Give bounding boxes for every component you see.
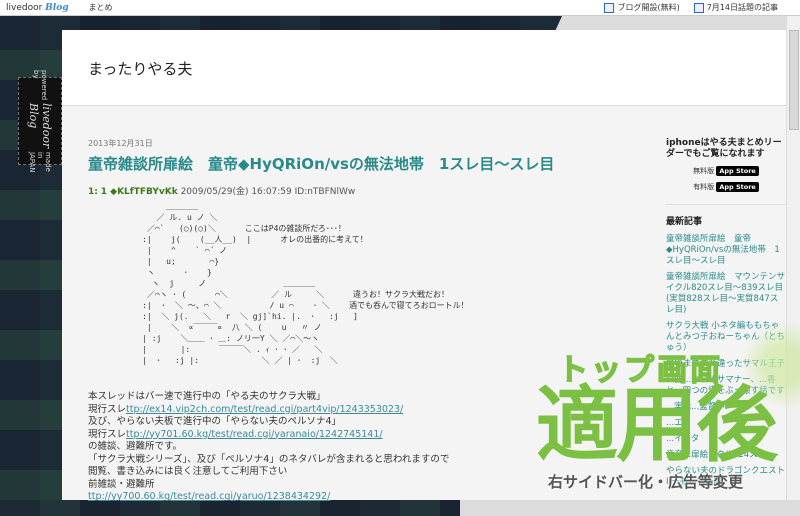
label: 現行スレ	[88, 428, 127, 440]
recent-article-link[interactable]: ...イ...タ	[666, 434, 786, 445]
thread-link[interactable]: ttp://ex14.vip2ch.com/test/read.cgi/part…	[126, 404, 403, 415]
thread-link[interactable]: ttp://yy701.60.kg/test/read.cgi/yaranaio…	[126, 429, 383, 440]
blog-title[interactable]: まったりやる夫	[88, 60, 192, 78]
app-store-badge[interactable]: App Store	[716, 166, 759, 176]
blog-page: まったりやる夫 2013年12月31日 童帝雑談所扉絵 童帝◆HyQRiOn/v…	[62, 30, 786, 502]
ascii-art: ＿＿＿＿ ／ ル. u ノ ＼ ／⌒` (○)(○)＼ ここはP4の雑談所だろ･…	[142, 202, 469, 365]
recent-article-link[interactable]: 童帝雑談所扉絵 マウンテンサイクル820スレ目～839スレ目(実質828スレ目～…	[666, 272, 786, 316]
matome-link[interactable]: まとめ	[89, 2, 113, 13]
body-line: 本スレッドはバー速で進行中の「やる夫のサクラ大戦」	[88, 391, 628, 404]
body-line: 現行スレttp://yy701.60.kg/test/read.cgi/yara…	[88, 429, 628, 442]
scrollbar-thumb[interactable]	[789, 30, 799, 130]
recent-article-link[interactable]: やらない夫のドラゴンクエストIIーもしも伝説	[666, 466, 786, 488]
post-date: 2013年12月31日	[88, 139, 153, 148]
recent-article-link[interactable]: 童帝...扉絵...クル824スレ	[666, 450, 786, 461]
body-line: 現行スレttp://ex14.vip2ch.com/test/read.cgi/…	[88, 404, 628, 417]
recent-article-link[interactable]: ...エ	[666, 418, 786, 429]
livedoor-blog-badge[interactable]: powered by livedoor Blog made in JAPAN	[18, 70, 62, 172]
right-sidebar: iphoneはやる夫まとめリーダーでもご覧になれます 無料版 App Store…	[666, 138, 786, 493]
post-title[interactable]: 童帝雑談所扉絵 童帝◆HyQRiOn/vsの無法地帯 1スレ目～スレ目	[88, 153, 628, 174]
scrollbar[interactable]	[786, 16, 800, 500]
body-line: 前雑談・避難所	[88, 479, 628, 492]
livedoor-blog-logo[interactable]: livedoor Blog	[6, 3, 69, 13]
body-line: 及び、やらない夫板で進行中の「やらない夫のペルソナ4」	[88, 416, 628, 429]
iphone-heading: iphoneはやる夫まとめリーダーでもご覧になれます	[666, 138, 782, 159]
recent-article-link[interactable]: 童帝雑談所扉絵 童帝◆HyQRiOn/vsの無法地帯 1スレ目～スレ目	[666, 234, 786, 267]
post-meta: 1: 1 ◆KLfTFBYvKk 2009/05/29(金) 16:07:59 …	[88, 187, 356, 197]
text: 及び、やらない夫板で進行中の「やらない夫のペルソナ4」	[88, 416, 342, 427]
divider	[666, 204, 786, 205]
body-line: 「サクラ大戦シリーズ」、及び「ペルソナ4」のネタバレが含まれると思われますので	[88, 454, 628, 467]
body-line: ttp://yy700.60.kg/test/read.cgi/yaruo/12…	[88, 491, 628, 504]
body-line: の雑談、避難所です。	[88, 441, 628, 454]
label: 現行スレ	[88, 403, 127, 415]
livedoor-toolbar: livedoor Blog まとめ ブログ開設(無料) 7月14日話題の記事	[0, 0, 800, 16]
text: の雑談、避難所です。	[88, 441, 183, 452]
blog-open-link[interactable]: ブログ開設(無料)	[604, 2, 680, 13]
text: 前雑談・避難所	[88, 478, 155, 490]
calendar-icon	[693, 2, 704, 13]
free-app-row[interactable]: 無料版 App Store	[666, 166, 786, 176]
article: 2013年12月31日 童帝雑談所扉絵 童帝◆HyQRiOn/vsの無法地帯 1…	[88, 138, 628, 504]
paid-app-row[interactable]: 有料版 App Store	[666, 182, 786, 192]
app-store-badge[interactable]: App Store	[716, 182, 759, 192]
text: 閲覧、書き込みには良く注意してご利用下さい	[88, 466, 288, 477]
blog-header: まったりやる夫	[62, 30, 786, 106]
today-topic-link[interactable]: 7月14日話題の記事	[693, 2, 778, 13]
text: 「サクラ大戦シリーズ」、及び「ペルソナ4」のネタバレが含まれると思われますので	[88, 453, 450, 465]
post-body: 本スレッドはバー速で進行中の「やる夫のサクラ大戦」 現行スレttp://ex14.…	[88, 391, 628, 504]
recent-heading: 最新記事	[666, 217, 703, 227]
text: 本スレッドはバー速で進行中の「やる夫のサクラ大戦」	[88, 391, 326, 402]
thread-link[interactable]: ttp://yy700.60.kg/test/read.cgi/yaruo/12…	[88, 491, 330, 502]
pencil-icon	[604, 2, 615, 13]
body-line: 閲覧、書き込みには良く注意してご利用下さい	[88, 466, 628, 479]
